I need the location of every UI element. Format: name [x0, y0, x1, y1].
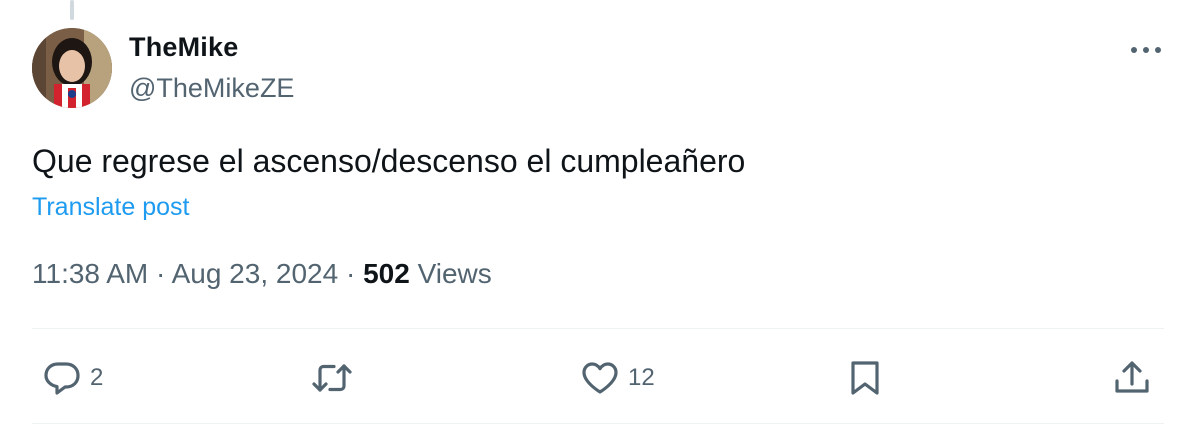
reply-count: 2: [90, 364, 104, 391]
more-dots-icon: [1131, 47, 1161, 53]
post-metadata: 11:38 AM · Aug 23, 2024 · 502 Views: [32, 258, 492, 290]
author-handle[interactable]: @TheMikeZE: [129, 73, 294, 104]
more-options-button[interactable]: [1126, 36, 1166, 64]
repost-button[interactable]: [310, 358, 354, 398]
thread-connector-line: [70, 0, 74, 20]
meta-separator: ·: [156, 258, 166, 289]
profile-photo-icon: [32, 28, 112, 108]
reply-icon: [44, 362, 80, 395]
divider: [32, 328, 1164, 329]
post-date[interactable]: Aug 23, 2024: [172, 258, 339, 289]
reply-button[interactable]: 2: [42, 358, 103, 398]
repost-icon: [312, 364, 352, 392]
like-count: 12: [628, 364, 655, 391]
views-label: Views: [417, 258, 492, 289]
post-text: Que regrese el ascenso/descenso el cumpl…: [32, 143, 746, 179]
share-icon: [1115, 361, 1149, 393]
divider: [32, 423, 1164, 424]
translate-post-link[interactable]: Translate post: [32, 193, 189, 222]
meta-separator: ·: [345, 258, 356, 289]
views-count: 502: [363, 258, 410, 289]
heart-icon: [582, 362, 618, 394]
bookmark-icon: [851, 361, 879, 395]
avatar[interactable]: [32, 28, 112, 108]
like-button[interactable]: 12: [580, 358, 655, 398]
post-time[interactable]: 11:38 AM: [32, 258, 148, 289]
author-name[interactable]: TheMike: [129, 32, 238, 63]
bookmark-button[interactable]: [848, 358, 882, 398]
share-button[interactable]: [1112, 358, 1152, 398]
